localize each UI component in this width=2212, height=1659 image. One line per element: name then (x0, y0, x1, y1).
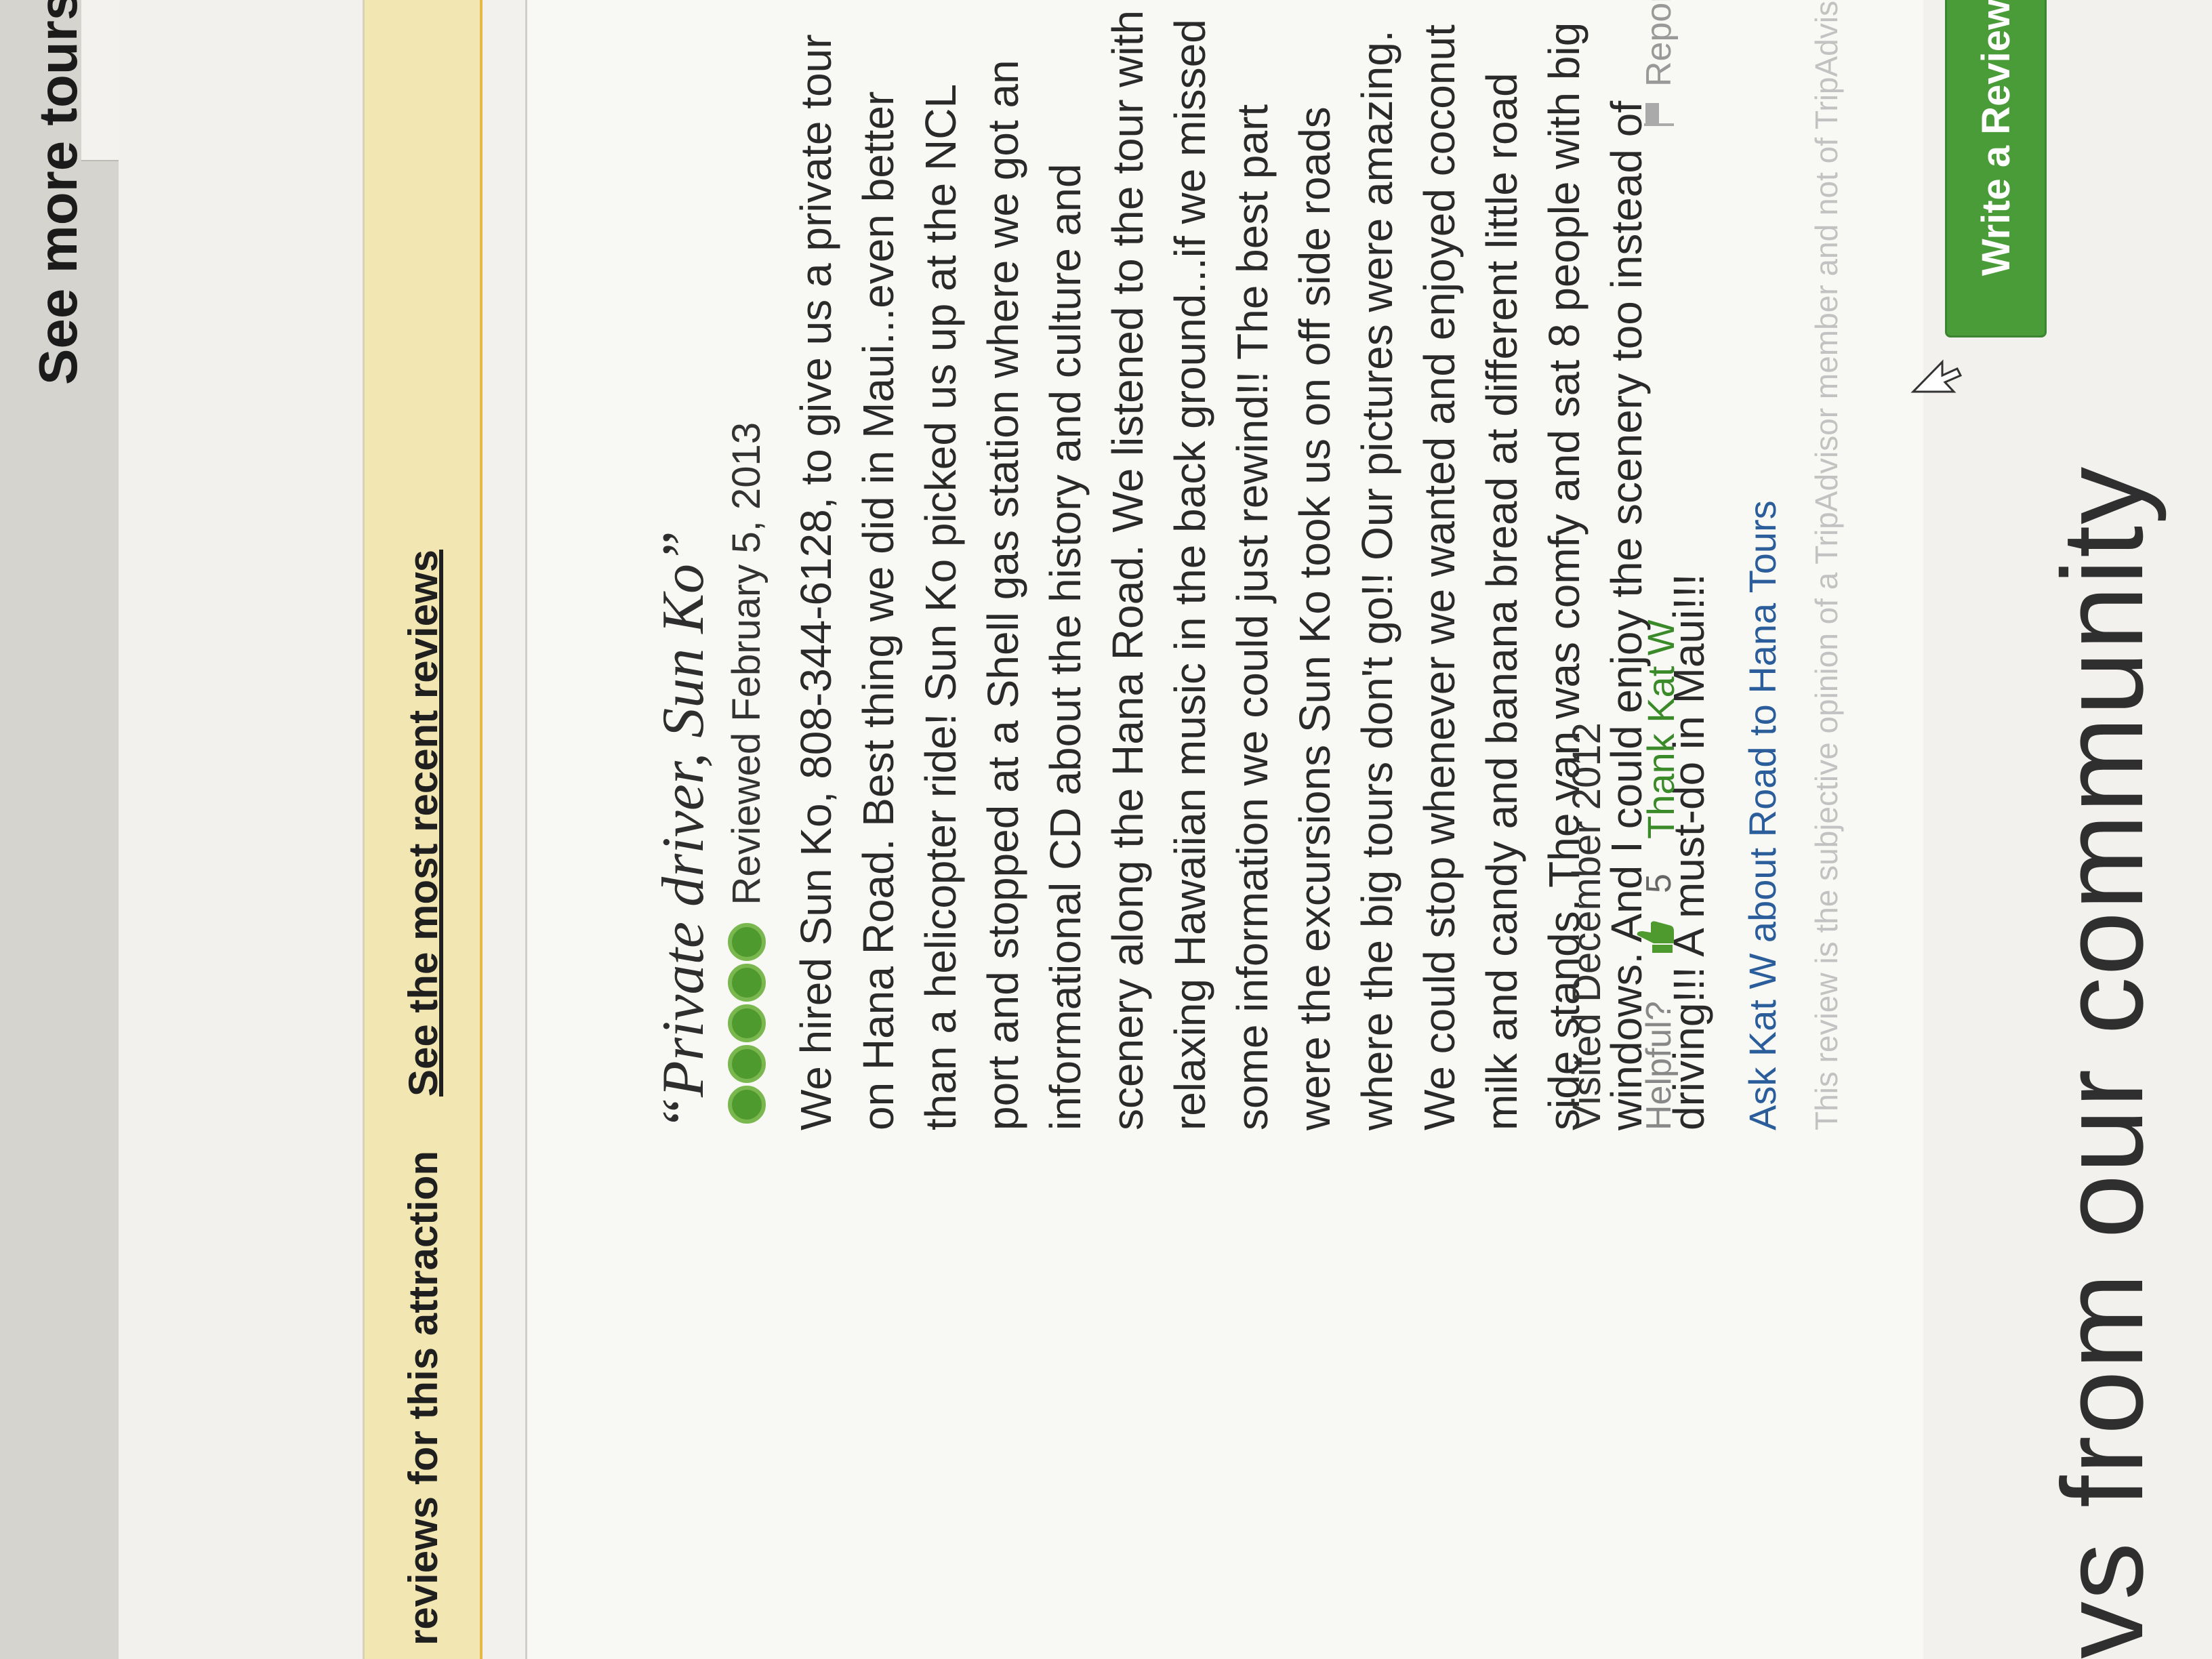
rating-bubble-icon (727, 923, 766, 961)
thank-reviewer-link[interactable]: Thank Kat W (1639, 619, 1683, 839)
mouse-cursor-icon (1910, 359, 1963, 393)
helpful-label: Helpful? (1639, 1001, 1679, 1130)
review-title[interactable]: “Private driver, Sun Ko” (649, 531, 718, 1130)
rating-bubble-icon (727, 1045, 766, 1083)
rating-bubble-icon (727, 1086, 766, 1124)
rating-bubble-icon (727, 964, 766, 1002)
see-more-tours-heading[interactable]: See more tours on Via (27, 0, 89, 385)
review-disclaimer: This review is the subjective opinion of… (1809, 0, 1844, 1130)
rating-row: Reviewed February 5, 2013 (724, 422, 771, 1124)
visited-date: Visited December 2012 (1565, 722, 1609, 1130)
thumbs-up-icon[interactable] (1635, 920, 1675, 954)
community-heading: vs from our community (2039, 465, 2167, 1659)
most-recent-reviews-link[interactable]: See the most recent reviews (400, 550, 447, 1097)
main-panel: reviews for this attraction See the most… (119, 0, 2212, 1659)
rating-bubble-icon (727, 1004, 766, 1042)
helpful-count: 5 (1639, 874, 1679, 893)
review-card: “Private driver, Sun Ko” Reviewed Februa… (525, 0, 1963, 1659)
report-link[interactable]: Report (1639, 0, 1679, 87)
rotated-page: reviews for this attraction See the most… (0, 0, 2212, 1659)
flag-icon[interactable] (1643, 100, 1675, 127)
write-review-button[interactable]: Write a Review (1945, 0, 2047, 337)
helpful-row: Helpful? 5 Thank Kat W Report (1632, 0, 1686, 1130)
recent-reviews-notice: reviews for this attraction See the most… (363, 0, 483, 1659)
ask-reviewer-link[interactable]: Ask Kat W about Road to Hana Tours (1740, 500, 1784, 1130)
reviewed-date: Reviewed February 5, 2013 (724, 422, 769, 905)
